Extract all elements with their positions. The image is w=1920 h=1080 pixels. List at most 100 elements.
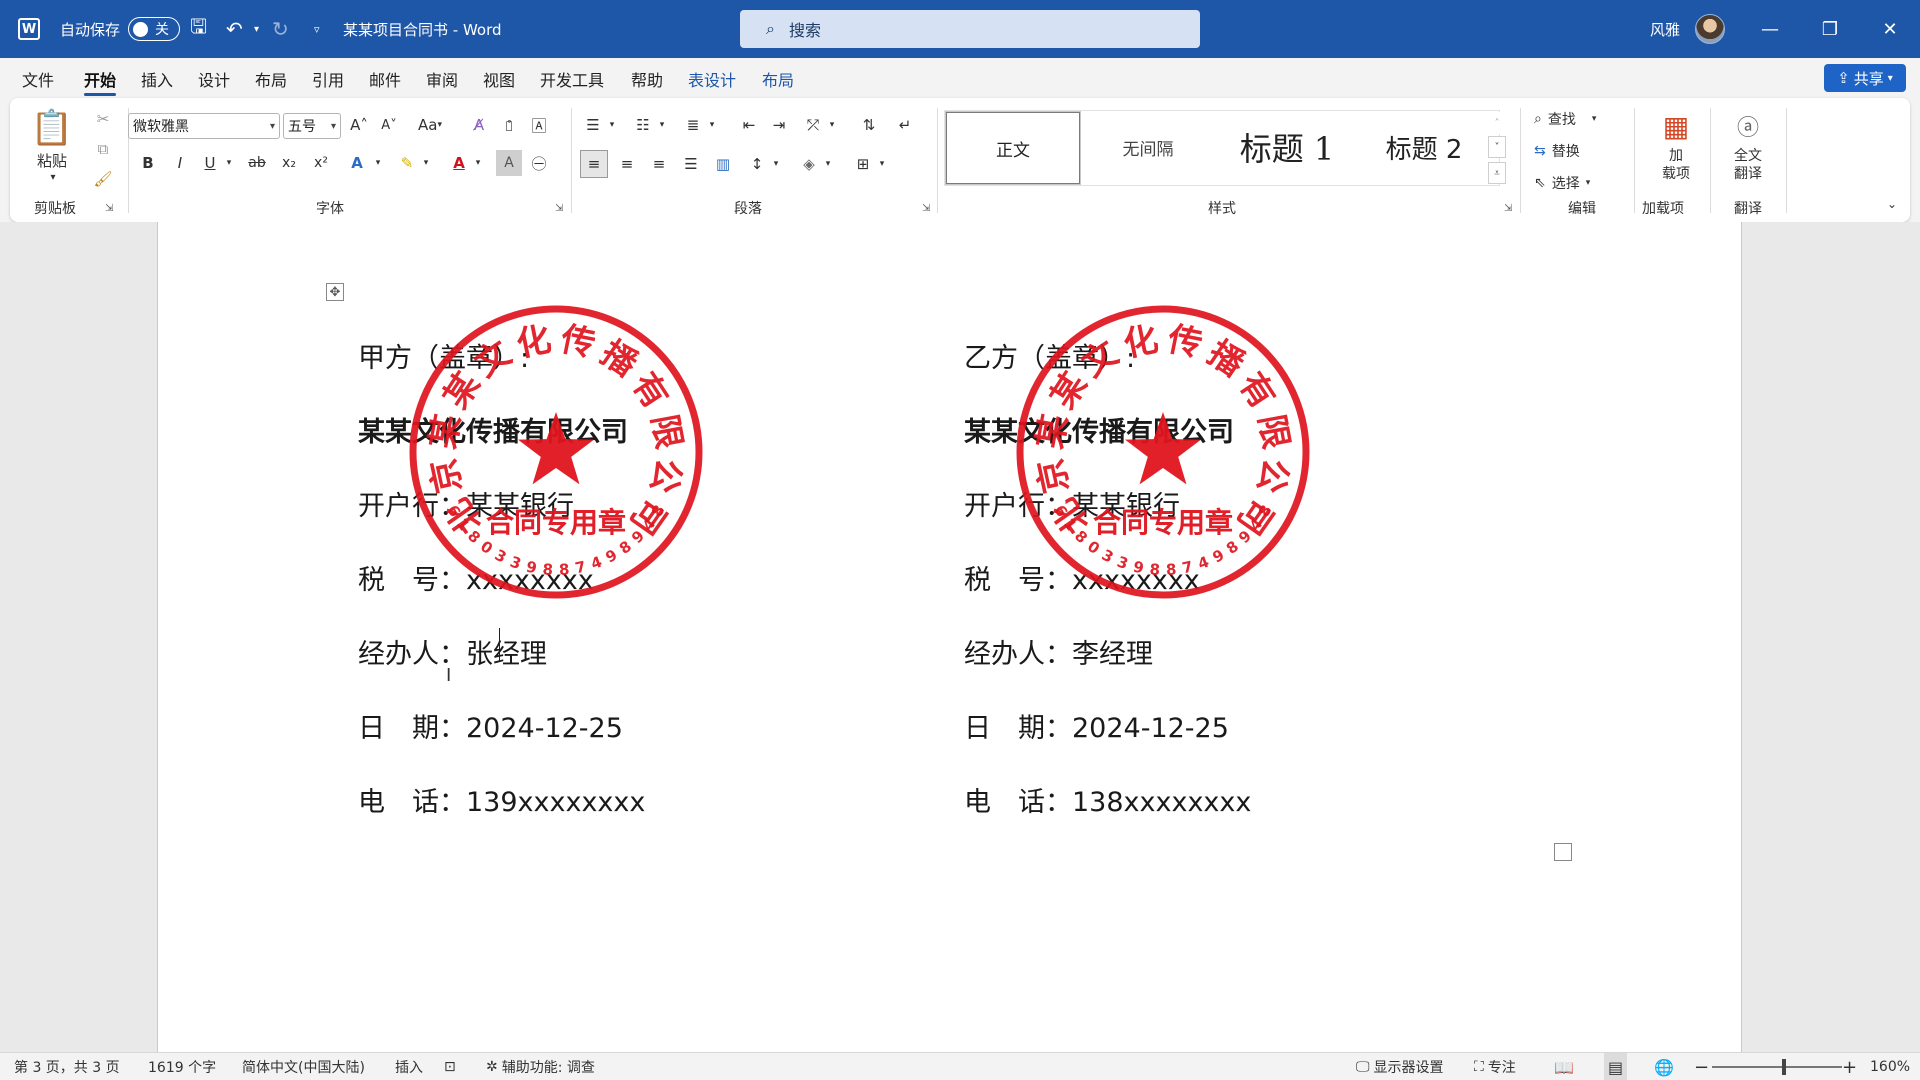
cut-icon[interactable]: ✂ xyxy=(90,106,116,132)
zoom-slider[interactable] xyxy=(1712,1066,1842,1068)
tab-developer[interactable]: 开发工具 xyxy=(540,58,604,100)
select-button[interactable]: ⇖ 选择 ▾ xyxy=(1534,170,1624,196)
zoom-level[interactable]: 160% xyxy=(1870,1053,1910,1080)
tab-review[interactable]: 审阅 xyxy=(426,58,458,100)
tab-layout[interactable]: 布局 xyxy=(255,58,287,100)
web-layout-icon[interactable]: 🌐 xyxy=(1654,1053,1674,1080)
strikethrough-icon[interactable]: ab xyxy=(244,150,270,176)
align-center-icon[interactable]: ≡ xyxy=(614,150,640,178)
bullets-icon[interactable]: ☰ xyxy=(580,112,606,138)
gallery-scroll-down-icon[interactable]: ˅ xyxy=(1488,136,1506,158)
justify-icon[interactable]: ☰ xyxy=(678,150,704,178)
enclose-characters-icon[interactable]: ㊀ xyxy=(526,150,552,176)
tab-help[interactable]: 帮助 xyxy=(631,58,663,100)
customize-quick-access-icon[interactable]: ▿ xyxy=(314,0,320,58)
addins-button-line1[interactable]: 加 xyxy=(1646,146,1706,164)
tab-mailings[interactable]: 邮件 xyxy=(369,58,401,100)
tab-insert[interactable]: 插入 xyxy=(141,58,173,100)
tab-file[interactable]: 文件 xyxy=(22,58,54,100)
bullets-dropdown-icon[interactable]: ▾ xyxy=(606,112,618,138)
collapse-ribbon-icon[interactable]: ⌄ xyxy=(1882,194,1902,214)
borders-dropdown-icon[interactable]: ▾ xyxy=(876,150,888,178)
table-resize-handle[interactable] xyxy=(1554,843,1572,861)
restore-button[interactable]: ❐ xyxy=(1800,0,1860,58)
subscript-icon[interactable]: x₂ xyxy=(276,150,302,176)
show-formatting-marks-icon[interactable]: ↵ xyxy=(892,112,918,138)
style-no-spacing[interactable]: 无间隔 xyxy=(1081,111,1215,183)
grow-font-icon[interactable]: A˄ xyxy=(346,112,372,138)
user-name[interactable]: 风雅 xyxy=(1650,0,1680,58)
gallery-scroll-up-icon[interactable]: ˄ xyxy=(1488,112,1506,134)
company-seal-a[interactable]: 北京某某文化 传播有限公司合同专用章618033 9 8 8 7 498948 xyxy=(406,302,706,602)
chinese-layout-dropdown-icon[interactable]: ▾ xyxy=(826,112,838,138)
text-effects-icon[interactable]: A xyxy=(344,150,370,176)
decrease-indent-icon[interactable]: ⇤ xyxy=(736,112,762,138)
addins-icon[interactable]: ▦ xyxy=(1646,106,1706,146)
multilevel-dropdown-icon[interactable]: ▾ xyxy=(706,112,718,138)
translate-icon[interactable]: ⓐ xyxy=(1718,106,1778,146)
line-spacing-icon[interactable]: ↕ xyxy=(744,150,770,178)
find-button[interactable]: ⌕ 查找 ▾ xyxy=(1534,106,1624,132)
insert-mode[interactable]: 插入 xyxy=(395,1053,423,1080)
distributed-icon[interactable]: ▥ xyxy=(710,150,736,178)
tab-table-design[interactable]: 表设计 xyxy=(688,58,736,100)
tab-design[interactable]: 设计 xyxy=(198,58,230,100)
display-settings-button[interactable]: 🖵 显示器设置 xyxy=(1356,1053,1444,1080)
table-move-handle-icon[interactable]: ✥ xyxy=(326,283,344,301)
format-painter-icon[interactable]: 🖌 xyxy=(90,166,116,192)
italic-icon[interactable]: I xyxy=(168,150,192,176)
style-heading-2[interactable]: 标题 2 xyxy=(1357,111,1491,183)
sort-icon[interactable]: ⇅ xyxy=(856,112,882,138)
tab-references[interactable]: 引用 xyxy=(312,58,344,100)
zoom-out-icon[interactable]: − xyxy=(1694,1053,1709,1080)
save-icon[interactable]: 🖫 xyxy=(190,0,207,58)
replace-button[interactable]: ⇆ 替换 xyxy=(1534,138,1624,164)
addins-button-line2[interactable]: 载项 xyxy=(1646,164,1706,182)
shading-dropdown-icon[interactable]: ▾ xyxy=(822,150,834,178)
language-status[interactable]: 简体中文(中国大陆) xyxy=(242,1053,365,1080)
font-color-icon[interactable]: A xyxy=(446,150,472,176)
chinese-layout-icon[interactable]: ⤱ xyxy=(800,112,826,138)
borders-icon[interactable]: ⊞ xyxy=(850,150,876,178)
style-heading-1[interactable]: 标题 1 xyxy=(1217,111,1357,183)
clipboard-launcher-icon[interactable]: ⇲ xyxy=(105,203,113,214)
zoom-in-icon[interactable]: + xyxy=(1842,1053,1857,1080)
minimize-button[interactable]: — xyxy=(1740,0,1800,58)
character-shading-icon[interactable]: A xyxy=(496,150,522,176)
paste-button[interactable]: 粘贴 xyxy=(32,150,72,170)
shading-icon[interactable]: ◈ xyxy=(796,150,822,178)
underline-dropdown-icon[interactable]: ▾ xyxy=(223,150,235,176)
increase-indent-icon[interactable]: ⇥ xyxy=(766,112,792,138)
align-right-icon[interactable]: ≡ xyxy=(646,150,672,178)
paragraph-launcher-icon[interactable]: ⇲ xyxy=(922,203,930,214)
close-button[interactable]: ✕ xyxy=(1860,0,1920,58)
font-size-combo[interactable]: 五号 ▾ xyxy=(283,113,341,139)
highlight-icon[interactable]: ✎ xyxy=(394,150,420,176)
tab-view[interactable]: 视图 xyxy=(483,58,515,100)
accessibility-status[interactable]: ✲ 辅助功能: 调查 xyxy=(486,1053,595,1080)
undo-icon[interactable]: ↶ xyxy=(226,0,243,58)
translate-button-line2[interactable]: 翻译 xyxy=(1718,164,1778,182)
share-button[interactable]: ⇪ 共享 ▾ xyxy=(1824,64,1906,92)
highlight-dropdown-icon[interactable]: ▾ xyxy=(420,150,432,176)
zoom-slider-thumb[interactable] xyxy=(1782,1059,1786,1075)
avatar[interactable] xyxy=(1695,0,1725,58)
word-count[interactable]: 1619 个字 xyxy=(148,1053,216,1080)
text-effects-dropdown-icon[interactable]: ▾ xyxy=(372,150,384,176)
line-spacing-dropdown-icon[interactable]: ▾ xyxy=(770,150,782,178)
numbering-dropdown-icon[interactable]: ▾ xyxy=(656,112,668,138)
phonetic-guide-icon[interactable]: 文̊ xyxy=(496,112,522,138)
underline-icon[interactable]: U xyxy=(198,150,222,176)
focus-button[interactable]: ⛶ 专注 xyxy=(1474,1053,1516,1080)
search-input[interactable]: ⌕ 搜索 xyxy=(740,10,1200,48)
bold-icon[interactable]: B xyxy=(136,150,160,176)
word-app-icon[interactable]: W xyxy=(18,0,42,58)
clear-formatting-icon[interactable]: A̸ xyxy=(466,112,492,138)
superscript-icon[interactable]: x² xyxy=(308,150,334,176)
paste-icon[interactable]: 📋 xyxy=(31,106,73,150)
translate-button-line1[interactable]: 全文 xyxy=(1718,146,1778,164)
align-left-icon[interactable]: ≡ xyxy=(580,150,608,178)
styles-launcher-icon[interactable]: ⇲ xyxy=(1504,203,1512,214)
redo-icon[interactable]: ↻ xyxy=(272,0,289,58)
multilevel-list-icon[interactable]: ≣ xyxy=(680,112,706,138)
